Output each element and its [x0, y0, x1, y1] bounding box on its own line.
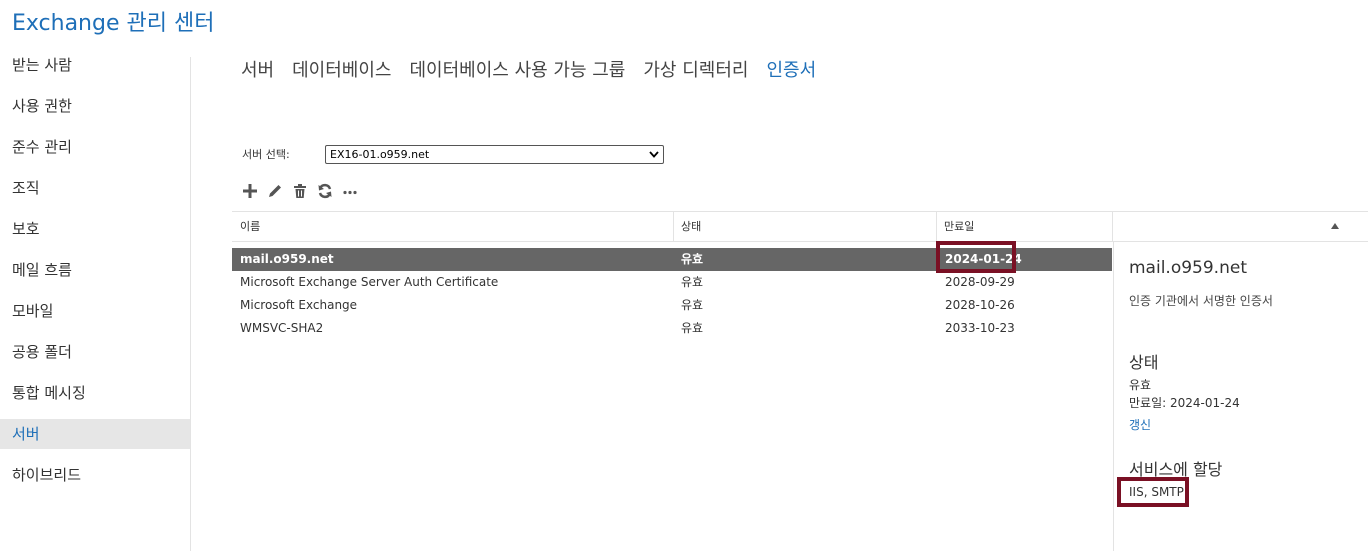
cell-name: Microsoft Exchange [240, 298, 358, 312]
delete-icon[interactable] [288, 180, 312, 202]
table-row[interactable]: Microsoft Exchange Server Auth Certifica… [232, 271, 1112, 294]
details-status-heading: 상태 [1129, 353, 1159, 372]
table-header: 이름 상태 만료일 [232, 211, 1368, 242]
cell-name: mail.o959.net [240, 252, 334, 266]
server-select-dropdown[interactable]: EX16-01.o959.net [325, 145, 664, 164]
tab-databases[interactable]: 데이터베이스 [292, 57, 391, 85]
details-expiration: 만료일: 2024-01-24 [1129, 396, 1240, 410]
tab-servers[interactable]: 서버 [241, 57, 274, 85]
table-row[interactable]: Microsoft Exchange 유효 2028-10-26 [232, 294, 1112, 317]
sidebar-item-recipients[interactable]: 받는 사람 [0, 50, 190, 80]
sidebar-item-unified-messaging[interactable]: 통합 메시징 [0, 378, 190, 408]
cell-status: 유효 [681, 275, 704, 289]
sidebar-divider [190, 57, 191, 551]
expiration-highlight-box [936, 241, 1016, 273]
table-row[interactable]: WMSVC-SHA2 유효 2033-10-23 [232, 317, 1112, 340]
server-select-value: EX16-01.o959.net [330, 148, 430, 161]
sidebar: 받는 사람 사용 권한 준수 관리 조직 보호 메일 흐름 모바일 공용 폴더 … [0, 50, 190, 501]
tab-database-availability-groups[interactable]: 데이터베이스 사용 가능 그룹 [409, 57, 625, 85]
cell-expiration: 2033-10-23 [945, 321, 1015, 335]
sidebar-item-mail-flow[interactable]: 메일 흐름 [0, 255, 190, 285]
more-icon[interactable] [338, 180, 362, 202]
sidebar-item-compliance[interactable]: 준수 관리 [0, 132, 190, 162]
sidebar-item-servers[interactable]: 서버 [0, 419, 190, 449]
tab-certificates[interactable]: 인증서 [766, 57, 816, 85]
sidebar-item-protection[interactable]: 보호 [0, 214, 190, 244]
sidebar-item-permissions[interactable]: 사용 권한 [0, 91, 190, 121]
sidebar-item-mobile[interactable]: 모바일 [0, 296, 190, 326]
details-status-value: 유효 [1129, 378, 1152, 392]
renew-link[interactable]: 갱신 [1129, 416, 1151, 433]
toolbar [238, 180, 363, 202]
sort-ascending-icon [1331, 222, 1339, 231]
tab-bar: 서버 데이터베이스 데이터베이스 사용 가능 그룹 가상 디렉터리 인증서 [241, 57, 834, 85]
cell-name: WMSVC-SHA2 [240, 321, 324, 335]
column-header-name[interactable]: 이름 [232, 212, 672, 241]
column-header-status[interactable]: 상태 [673, 212, 936, 241]
tab-virtual-directories[interactable]: 가상 디렉터리 [643, 57, 748, 85]
details-divider [1113, 242, 1114, 551]
cell-name: Microsoft Exchange Server Auth Certifica… [240, 275, 499, 289]
server-select-label: 서버 선택: [242, 148, 290, 161]
cell-expiration: 2028-09-29 [945, 275, 1015, 289]
sidebar-item-hybrid[interactable]: 하이브리드 [0, 460, 190, 490]
details-subtitle: 인증 기관에서 서명한 인증서 [1129, 294, 1273, 308]
cell-expiration: 2028-10-26 [945, 298, 1015, 312]
details-title: mail.o959.net [1129, 258, 1247, 278]
add-icon[interactable] [238, 180, 262, 202]
chevron-down-icon [649, 146, 659, 169]
cell-status: 유효 [681, 252, 704, 266]
cell-status: 유효 [681, 321, 704, 335]
sidebar-item-public-folders[interactable]: 공용 폴더 [0, 337, 190, 367]
column-divider [1112, 212, 1113, 241]
cell-status: 유효 [681, 298, 704, 312]
refresh-icon[interactable] [313, 180, 337, 202]
column-header-expiration[interactable]: 만료일 [936, 212, 1112, 241]
edit-icon[interactable] [263, 180, 287, 202]
sidebar-item-organization[interactable]: 조직 [0, 173, 190, 203]
app-title: Exchange 관리 센터 [12, 11, 215, 36]
services-highlight-box [1117, 477, 1189, 507]
